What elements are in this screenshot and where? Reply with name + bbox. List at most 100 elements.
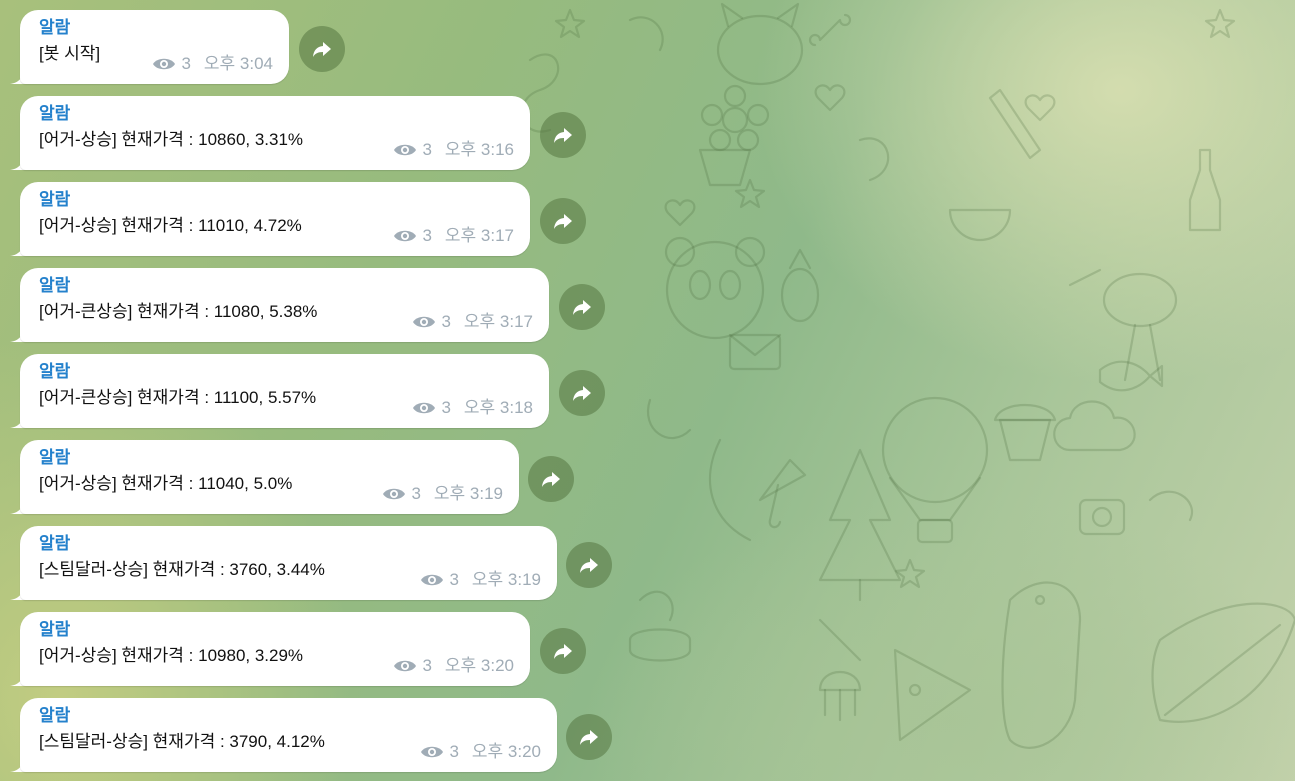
message-content: [어거-상승] 현재가격 : 10860, 3.31% 3 오후 3:16 — [39, 129, 514, 160]
message-time: 오후 3:16 — [444, 140, 514, 159]
eye-icon — [413, 402, 436, 414]
message-bubble[interactable]: 알람 [스팀달러-상승] 현재가격 : 3760, 3.44% 3 오후 3:1… — [20, 526, 557, 600]
share-icon — [554, 128, 572, 143]
message-bubble[interactable]: 알람 [스팀달러-상승] 현재가격 : 3790, 4.12% 3 오후 3:2… — [20, 698, 557, 772]
message-content: [스팀달러-상승] 현재가격 : 3760, 3.44% 3 오후 3:19 — [39, 559, 541, 590]
message-bubble[interactable]: 알람 [봇 시작] 3 오후 3:04 — [20, 10, 289, 84]
message-sender-name[interactable]: 알람 — [39, 362, 533, 382]
message-sender-name[interactable]: 알람 — [39, 190, 514, 210]
message-row: 알람 [어거-상승] 현재가격 : 10860, 3.31% 3 오후 3:16 — [10, 96, 597, 170]
message-time: 오후 3:17 — [444, 226, 514, 245]
message-content: [어거-상승] 현재가격 : 10980, 3.29% 3 오후 3:20 — [39, 645, 514, 676]
eye-icon — [394, 230, 417, 242]
message-meta: 3 오후 3:17 — [412, 312, 533, 332]
eye-icon — [413, 316, 436, 328]
message-time: 오후 3:04 — [203, 54, 273, 73]
message-row: 알람 [스팀달러-상승] 현재가격 : 3790, 4.12% 3 오후 3:2… — [10, 698, 623, 772]
message-meta: 3 오후 3:20 — [393, 656, 514, 676]
message-bubble[interactable]: 알람 [어거-상승] 현재가격 : 11040, 5.0% 3 오후 3:19 — [20, 440, 519, 514]
message-text: [어거-큰상승] 현재가격 : 11080, 5.38% — [39, 302, 318, 321]
message-row: 알람 [어거-상승] 현재가격 : 11040, 5.0% 3 오후 3:19 — [10, 440, 585, 514]
eye-icon — [383, 488, 406, 500]
share-icon — [313, 42, 331, 57]
message-text: [어거-상승] 현재가격 : 10980, 3.29% — [39, 646, 304, 665]
forward-button[interactable] — [566, 714, 612, 760]
eye-icon — [394, 144, 417, 156]
eye-icon — [394, 660, 417, 672]
message-meta: 3 오후 3:17 — [393, 226, 514, 246]
eye-icon — [421, 574, 444, 586]
share-icon — [554, 214, 572, 229]
view-count: 3 — [449, 570, 459, 589]
message-sender-name[interactable]: 알람 — [39, 18, 273, 38]
chat-message-list[interactable]: 알람 [봇 시작] 3 오후 3:04 알람 [어거-상승] 현재가격 : 10… — [0, 0, 1295, 781]
message-meta: 3 오후 3:16 — [393, 140, 514, 160]
message-text: [어거-상승] 현재가격 : 11010, 4.72% — [39, 216, 302, 235]
message-time: 오후 3:17 — [463, 312, 533, 331]
view-count: 3 — [441, 398, 451, 417]
forward-button[interactable] — [559, 284, 605, 330]
message-content: [봇 시작] 3 오후 3:04 — [39, 43, 273, 74]
message-sender-name[interactable]: 알람 — [39, 534, 541, 554]
share-icon — [580, 558, 598, 573]
message-time: 오후 3:18 — [463, 398, 533, 417]
forward-button[interactable] — [528, 456, 574, 502]
message-time: 오후 3:19 — [471, 570, 541, 589]
message-content: [스팀달러-상승] 현재가격 : 3790, 4.12% 3 오후 3:20 — [39, 731, 541, 762]
share-icon — [573, 386, 591, 401]
view-count: 3 — [422, 656, 432, 675]
forward-button[interactable] — [540, 628, 586, 674]
message-time: 오후 3:20 — [471, 742, 541, 761]
message-time: 오후 3:19 — [433, 484, 503, 503]
message-bubble[interactable]: 알람 [어거-상승] 현재가격 : 10980, 3.29% 3 오후 3:20 — [20, 612, 530, 686]
view-count: 3 — [422, 226, 432, 245]
message-sender-name[interactable]: 알람 — [39, 448, 503, 468]
eye-icon — [421, 746, 444, 758]
forward-button[interactable] — [566, 542, 612, 588]
message-text: [스팀달러-상승] 현재가격 : 3760, 3.44% — [39, 560, 325, 579]
message-text: [어거-상승] 현재가격 : 11040, 5.0% — [39, 474, 293, 493]
message-time: 오후 3:20 — [444, 656, 514, 675]
message-text: [어거-상승] 현재가격 : 10860, 3.31% — [39, 130, 304, 149]
message-sender-name[interactable]: 알람 — [39, 620, 514, 640]
message-meta: 3 오후 3:20 — [420, 742, 541, 762]
message-text: [스팀달러-상승] 현재가격 : 3790, 4.12% — [39, 732, 325, 751]
message-bubble[interactable]: 알람 [어거-큰상승] 현재가격 : 11100, 5.57% 3 오후 3:1… — [20, 354, 549, 428]
message-text: [어거-큰상승] 현재가격 : 11100, 5.57% — [39, 388, 317, 407]
view-count: 3 — [181, 54, 191, 73]
forward-button[interactable] — [299, 26, 345, 72]
view-count: 3 — [411, 484, 421, 503]
message-text: [봇 시작] — [39, 44, 101, 63]
message-sender-name[interactable]: 알람 — [39, 706, 541, 726]
view-count: 3 — [441, 312, 451, 331]
message-sender-name[interactable]: 알람 — [39, 104, 514, 124]
message-row: 알람 [어거-상승] 현재가격 : 11010, 4.72% 3 오후 3:17 — [10, 182, 597, 256]
eye-icon — [153, 58, 176, 70]
forward-button[interactable] — [559, 370, 605, 416]
message-content: [어거-큰상승] 현재가격 : 11080, 5.38% 3 오후 3:17 — [39, 301, 533, 332]
forward-button[interactable] — [540, 198, 586, 244]
message-bubble[interactable]: 알람 [어거-상승] 현재가격 : 10860, 3.31% 3 오후 3:16 — [20, 96, 530, 170]
message-meta: 3 오후 3:19 — [382, 484, 503, 504]
message-row: 알람 [어거-상승] 현재가격 : 10980, 3.29% 3 오후 3:20 — [10, 612, 597, 686]
message-content: [어거-상승] 현재가격 : 11040, 5.0% 3 오후 3:19 — [39, 473, 503, 504]
message-meta: 3 오후 3:19 — [420, 570, 541, 590]
message-content: [어거-상승] 현재가격 : 11010, 4.72% 3 오후 3:17 — [39, 215, 514, 246]
message-bubble[interactable]: 알람 [어거-큰상승] 현재가격 : 11080, 5.38% 3 오후 3:1… — [20, 268, 549, 342]
message-row: 알람 [어거-큰상승] 현재가격 : 11080, 5.38% 3 오후 3:1… — [10, 268, 615, 342]
forward-button[interactable] — [540, 112, 586, 158]
share-icon — [580, 730, 598, 745]
message-row: 알람 [봇 시작] 3 오후 3:04 — [10, 10, 355, 84]
message-row: 알람 [스팀달러-상승] 현재가격 : 3760, 3.44% 3 오후 3:1… — [10, 526, 623, 600]
message-bubble[interactable]: 알람 [어거-상승] 현재가격 : 11010, 4.72% 3 오후 3:17 — [20, 182, 530, 256]
message-content: [어거-큰상승] 현재가격 : 11100, 5.57% 3 오후 3:18 — [39, 387, 533, 418]
message-meta: 3 오후 3:18 — [412, 398, 533, 418]
view-count: 3 — [422, 140, 432, 159]
share-icon — [554, 644, 572, 659]
message-row: 알람 [어거-큰상승] 현재가격 : 11100, 5.57% 3 오후 3:1… — [10, 354, 615, 428]
view-count: 3 — [449, 742, 459, 761]
share-icon — [573, 300, 591, 315]
message-sender-name[interactable]: 알람 — [39, 276, 533, 296]
share-icon — [542, 472, 560, 487]
message-meta: 3 오후 3:04 — [152, 54, 273, 74]
